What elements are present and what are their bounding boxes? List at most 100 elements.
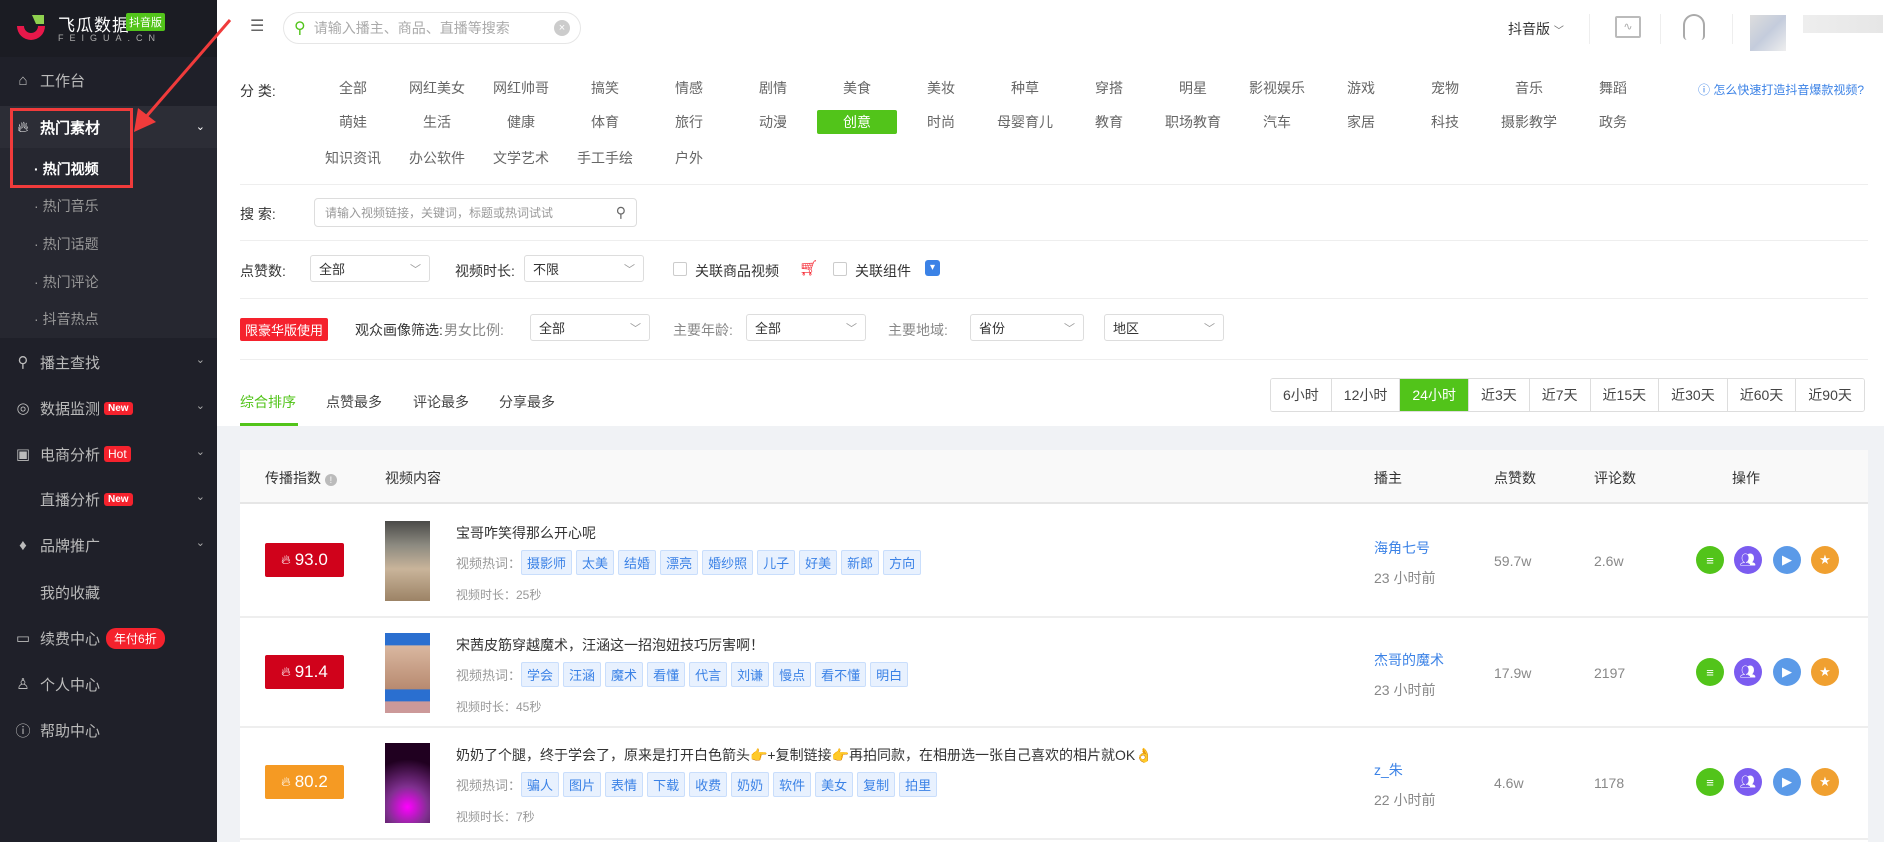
video-thumbnail[interactable] bbox=[385, 633, 430, 713]
category-7[interactable]: 美妆 bbox=[906, 76, 976, 100]
keyword-tag[interactable]: 骗人 bbox=[521, 772, 560, 797]
play-icon[interactable]: ▶ bbox=[1773, 546, 1801, 574]
tab-most-likes[interactable]: 点赞最多 bbox=[326, 392, 382, 412]
tab-most-comments[interactable]: 评论最多 bbox=[413, 392, 469, 412]
keyword-tag[interactable]: 表情 bbox=[605, 772, 644, 797]
keyword-tag[interactable]: 儿子 bbox=[757, 550, 796, 575]
category-5[interactable]: 剧情 bbox=[738, 76, 808, 100]
category-11[interactable]: 影视娱乐 bbox=[1242, 76, 1312, 100]
duration-select[interactable]: 不限 ﹀ bbox=[524, 255, 644, 282]
blogger-link[interactable]: 海角七号 bbox=[1374, 538, 1430, 558]
province-select[interactable]: 省份 ﹀ bbox=[970, 314, 1084, 341]
category-27[interactable]: 汽车 bbox=[1242, 110, 1312, 134]
sidebar-item-data-monitor[interactable]: ◎ 数据监测 New ⌄ bbox=[0, 385, 217, 431]
time-range-3[interactable]: 近3天 bbox=[1468, 379, 1530, 411]
keyword-tag[interactable]: 看懂 bbox=[647, 662, 686, 687]
sidebar-item-help[interactable]: ⓘ 帮助中心 bbox=[0, 707, 217, 753]
detail-list-icon[interactable]: ≡ bbox=[1696, 658, 1724, 686]
keyword-tag[interactable]: 慢点 bbox=[773, 662, 812, 687]
category-22[interactable]: 创意 bbox=[817, 110, 897, 134]
keyword-tag[interactable]: 学会 bbox=[521, 662, 560, 687]
category-10[interactable]: 明星 bbox=[1158, 76, 1228, 100]
headset-icon[interactable] bbox=[1683, 14, 1705, 40]
sidebar-item-live[interactable]: 直播分析 New ⌄ bbox=[0, 476, 217, 522]
time-range-4[interactable]: 近7天 bbox=[1529, 379, 1591, 411]
category-17[interactable]: 生活 bbox=[402, 110, 472, 134]
sidebar-item-profile[interactable]: ♙ 个人中心 bbox=[0, 661, 217, 707]
keyword-tag[interactable]: 看不懂 bbox=[815, 662, 867, 687]
keyword-tag[interactable]: 婚纱照 bbox=[702, 550, 754, 575]
favorite-star-icon[interactable]: ★ bbox=[1811, 768, 1839, 796]
tab-most-shares[interactable]: 分享最多 bbox=[499, 392, 555, 412]
category-0[interactable]: 全部 bbox=[318, 76, 388, 100]
keyword-tag[interactable]: 刘谦 bbox=[731, 662, 770, 687]
category-13[interactable]: 宠物 bbox=[1410, 76, 1480, 100]
video-title[interactable]: 宝哥咋笑得那么开心呢 bbox=[456, 523, 596, 543]
keyword-tag[interactable]: 拍里 bbox=[899, 772, 938, 797]
audience-icon[interactable]: 👥︎ bbox=[1734, 546, 1762, 574]
audience-icon[interactable]: 👥︎ bbox=[1734, 768, 1762, 796]
category-35[interactable]: 手工手绘 bbox=[570, 146, 640, 170]
keyword-tag[interactable]: 软件 bbox=[773, 772, 812, 797]
category-20[interactable]: 旅行 bbox=[654, 110, 724, 134]
video-title[interactable]: 宋茜皮筋穿越魔术，汪涵这一招泡妞技巧厉害啊！ bbox=[456, 635, 764, 655]
category-23[interactable]: 时尚 bbox=[906, 110, 976, 134]
keyword-tag[interactable]: 方向 bbox=[883, 550, 922, 575]
keyword-tag[interactable]: 太美 bbox=[576, 550, 615, 575]
play-icon[interactable]: ▶ bbox=[1773, 768, 1801, 796]
blogger-link[interactable]: z_朱 bbox=[1374, 760, 1403, 780]
keyword-tag[interactable]: 汪涵 bbox=[563, 662, 602, 687]
keyword-tag[interactable]: 图片 bbox=[563, 772, 602, 797]
category-31[interactable]: 政务 bbox=[1578, 110, 1648, 134]
age-select[interactable]: 全部 ﹀ bbox=[746, 314, 866, 341]
sidebar-item-renew[interactable]: ▭ 续费中心 年付6折 bbox=[0, 615, 217, 661]
category-32[interactable]: 知识资讯 bbox=[318, 146, 388, 170]
category-33[interactable]: 办公软件 bbox=[402, 146, 472, 170]
time-range-7[interactable]: 近60天 bbox=[1727, 379, 1797, 411]
keyword-tag[interactable]: 下载 bbox=[647, 772, 686, 797]
help-link[interactable]: ⓘ 怎么快速打造抖音爆款视频? bbox=[1698, 81, 1864, 98]
video-search-input[interactable]: 请输入视频链接，关键词，标题或热词试试 ⚲ bbox=[314, 198, 637, 227]
keyword-tag[interactable]: 好美 bbox=[799, 550, 838, 575]
favorite-star-icon[interactable]: ★ bbox=[1811, 546, 1839, 574]
category-19[interactable]: 体育 bbox=[570, 110, 640, 134]
global-search-input[interactable]: ⚲ 请输入播主、商品、直播等搜索 × bbox=[283, 12, 581, 44]
component-checkbox[interactable] bbox=[833, 262, 847, 276]
blogger-link[interactable]: 杰哥的魔术 bbox=[1374, 650, 1444, 670]
goods-video-checkbox[interactable] bbox=[673, 262, 687, 276]
favorite-star-icon[interactable]: ★ bbox=[1811, 658, 1839, 686]
sidebar-item-favorites[interactable]: 我的收藏 bbox=[0, 569, 217, 615]
info-icon[interactable]: ! bbox=[324, 474, 337, 486]
category-1[interactable]: 网红美女 bbox=[402, 76, 472, 100]
time-range-8[interactable]: 近90天 bbox=[1796, 379, 1864, 411]
video-thumbnail[interactable] bbox=[385, 521, 430, 601]
avatar[interactable] bbox=[1750, 15, 1786, 51]
category-12[interactable]: 游戏 bbox=[1326, 76, 1396, 100]
category-9[interactable]: 穿搭 bbox=[1074, 76, 1144, 100]
sidebar-item-douyin-hot[interactable]: 抖音热点 bbox=[0, 296, 217, 342]
category-21[interactable]: 动漫 bbox=[738, 110, 808, 134]
category-14[interactable]: 音乐 bbox=[1494, 76, 1564, 100]
sidebar-item-brand[interactable]: ♦ 品牌推广 ⌄ bbox=[0, 522, 217, 568]
keyword-tag[interactable]: 魔术 bbox=[605, 662, 644, 687]
play-icon[interactable]: ▶ bbox=[1773, 658, 1801, 686]
time-range-0[interactable]: 6小时 bbox=[1271, 379, 1332, 411]
keyword-tag[interactable]: 漂亮 bbox=[660, 550, 699, 575]
category-25[interactable]: 教育 bbox=[1074, 110, 1144, 134]
keyword-tag[interactable]: 收费 bbox=[689, 772, 728, 797]
version-dropdown[interactable]: 抖音版 ﹀ bbox=[1508, 19, 1564, 39]
category-2[interactable]: 网红帅哥 bbox=[486, 76, 556, 100]
gender-select[interactable]: 全部 ﹀ bbox=[530, 314, 650, 341]
video-title[interactable]: 奶奶了个腿，终于学会了，原来是打开白色箭头👉+复制链接👉再拍同款，在相册选一张自… bbox=[456, 745, 1153, 765]
category-24[interactable]: 母婴育儿 bbox=[990, 110, 1060, 134]
keyword-tag[interactable]: 明白 bbox=[870, 662, 909, 687]
keyword-tag[interactable]: 奶奶 bbox=[731, 772, 770, 797]
area-select[interactable]: 地区 ﹀ bbox=[1104, 314, 1224, 341]
category-18[interactable]: 健康 bbox=[486, 110, 556, 134]
category-29[interactable]: 科技 bbox=[1410, 110, 1480, 134]
keyword-tag[interactable]: 美女 bbox=[815, 772, 854, 797]
dashboard-icon[interactable]: ∿ bbox=[1615, 16, 1641, 38]
category-28[interactable]: 家居 bbox=[1326, 110, 1396, 134]
video-thumbnail[interactable] bbox=[385, 743, 430, 823]
audience-icon[interactable]: 👥︎ bbox=[1734, 658, 1762, 686]
